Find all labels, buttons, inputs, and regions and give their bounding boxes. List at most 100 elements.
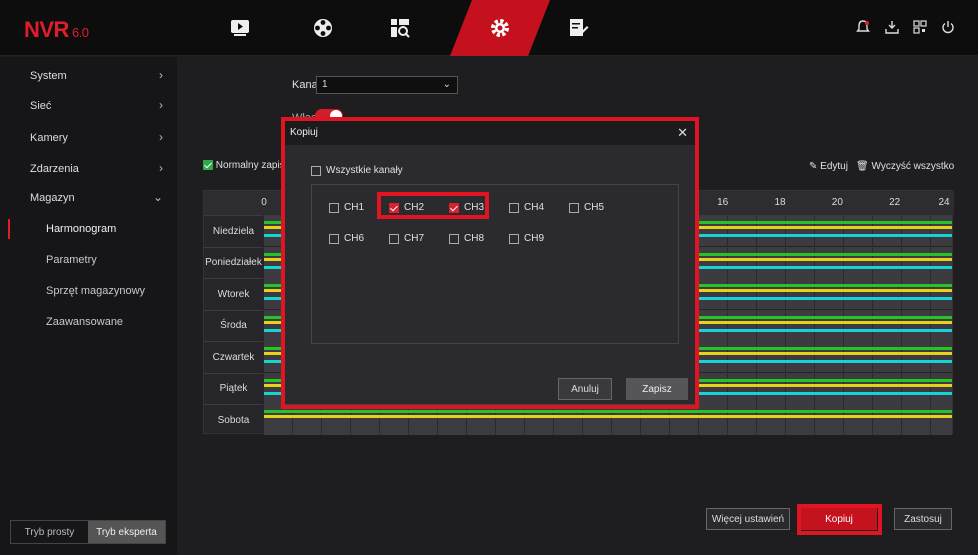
checkbox-ch7[interactable] bbox=[389, 233, 399, 244]
close-icon[interactable]: ✕ bbox=[677, 121, 688, 145]
download-icon[interactable] bbox=[883, 18, 901, 36]
channel-option-ch7[interactable]: CH7 bbox=[389, 233, 424, 244]
channel-option-ch4[interactable]: CH4 bbox=[509, 202, 544, 213]
day-label: Wtorek bbox=[204, 278, 263, 309]
power-icon[interactable] bbox=[939, 18, 957, 36]
nav-live-view[interactable] bbox=[194, 0, 286, 56]
clear-all-label: Wyczyść wszystko bbox=[871, 161, 955, 172]
hour-tick: 16 bbox=[717, 197, 729, 208]
film-reel-icon bbox=[314, 19, 332, 37]
channel-option-ch2[interactable]: CH2 bbox=[389, 202, 424, 213]
channel-option-ch3[interactable]: CH3 bbox=[449, 202, 484, 213]
day-label: Sobota bbox=[204, 404, 263, 435]
checkbox-ch2[interactable] bbox=[389, 202, 399, 213]
sidebar-subitem-parameters[interactable]: Parametry bbox=[0, 245, 177, 275]
copy-dialog: Kopiuj ✕ Wszystkie kanały CH1 CH2 CH3 CH4 CH5… bbox=[283, 120, 697, 405]
sidebar-item-network[interactable]: Sieć › bbox=[0, 91, 177, 121]
channel-option-ch6[interactable]: CH6 bbox=[329, 233, 364, 244]
checkbox-ch4[interactable] bbox=[509, 202, 519, 213]
chevron-right-icon: › bbox=[159, 161, 163, 175]
sidebar-item-storage[interactable]: Magazyn ⌄ bbox=[0, 183, 177, 213]
edit-label: Edytuj bbox=[820, 161, 848, 172]
maintenance-icon bbox=[570, 19, 589, 36]
sidebar-subitem-label: Sprzęt magazynowy bbox=[46, 285, 146, 297]
channel-label: CH3 bbox=[464, 202, 485, 213]
channel-select-value: 1 bbox=[322, 79, 328, 90]
checkbox-ch9[interactable] bbox=[509, 233, 519, 244]
channel-option-ch5[interactable]: CH5 bbox=[569, 202, 604, 213]
checkbox-ch6[interactable] bbox=[329, 233, 339, 244]
nav-maintenance[interactable] bbox=[533, 0, 625, 56]
checkbox-ch5[interactable] bbox=[569, 202, 579, 213]
chevron-down-icon: ⌄ bbox=[152, 190, 163, 204]
clear-all-button[interactable]: 🗑 Wyczyść wszystko bbox=[856, 161, 954, 172]
alarm-icon[interactable] bbox=[854, 18, 872, 36]
sidebar-item-label: Sieć bbox=[30, 100, 52, 112]
sidebar: System › Sieć › Kamery › Zdarzenia › Magazyn… bbox=[0, 57, 177, 555]
day-label: Środa bbox=[204, 309, 263, 341]
chevron-right-icon: › bbox=[159, 68, 163, 82]
day-label: Czwartek bbox=[204, 341, 263, 372]
normal-record-legend[interactable]: Normalny zapis bbox=[203, 160, 285, 171]
channel-label: CH9 bbox=[524, 233, 545, 244]
sidebar-item-label: System bbox=[30, 70, 67, 82]
hour-tick: 24 bbox=[938, 197, 950, 208]
sidebar-subitem-storage-hardware[interactable]: Sprzęt magazynowy bbox=[0, 276, 177, 306]
channel-option-ch1[interactable]: CH1 bbox=[329, 202, 364, 213]
hour-tick: 0 bbox=[261, 197, 267, 208]
sidebar-item-label: Zdarzenia bbox=[30, 163, 79, 175]
chevron-right-icon: › bbox=[159, 130, 163, 144]
checkbox-all-channels[interactable] bbox=[311, 165, 321, 176]
all-channels-option[interactable]: Wszystkie kanały bbox=[311, 165, 403, 176]
mode-expert-button[interactable]: Tryb eksperta bbox=[88, 521, 165, 543]
day-label: Piątek bbox=[204, 372, 263, 404]
apply-button[interactable]: Zastosuj bbox=[894, 508, 952, 530]
mode-switch: Tryb prosty Tryb eksperta bbox=[10, 520, 166, 544]
day-label: Niedziela bbox=[204, 215, 263, 246]
channel-label: CH7 bbox=[404, 233, 425, 244]
checkbox-normal-record[interactable] bbox=[203, 160, 213, 171]
hour-tick: 18 bbox=[774, 197, 786, 208]
channel-select[interactable]: 1 ⌄ bbox=[316, 76, 458, 94]
nav-search[interactable] bbox=[354, 0, 446, 56]
sidebar-subitem-schedule[interactable]: Harmonogram bbox=[0, 214, 177, 244]
sidebar-subitem-label: Parametry bbox=[46, 254, 97, 266]
cancel-button[interactable]: Anuluj bbox=[558, 378, 612, 400]
sidebar-item-label: Magazyn bbox=[30, 192, 75, 204]
logo-version: 6.0 bbox=[71, 25, 89, 40]
channel-label: CH2 bbox=[404, 202, 425, 213]
top-bar: NVR 6.0 bbox=[0, 0, 978, 56]
hour-tick: 20 bbox=[831, 197, 843, 208]
qr-icon[interactable] bbox=[911, 18, 929, 36]
checkbox-ch1[interactable] bbox=[329, 202, 339, 213]
record-segment bbox=[264, 410, 952, 413]
sidebar-subitem-label: Harmonogram bbox=[46, 223, 117, 235]
pencil-icon: ✎ bbox=[809, 161, 818, 172]
checkbox-ch3[interactable] bbox=[449, 202, 459, 213]
copy-button[interactable]: Kopiuj bbox=[801, 508, 877, 530]
sidebar-item-system[interactable]: System › bbox=[0, 61, 177, 91]
all-channels-label: Wszystkie kanały bbox=[326, 165, 403, 176]
hour-tick: 22 bbox=[889, 197, 901, 208]
more-settings-button[interactable]: Więcej ustawień bbox=[706, 508, 790, 530]
chevron-down-icon: ⌄ bbox=[442, 79, 451, 90]
playback-icon bbox=[231, 20, 249, 36]
trash-icon: 🗑 bbox=[856, 161, 869, 172]
sidebar-subitem-advanced[interactable]: Zaawansowane bbox=[0, 307, 177, 337]
channel-label: CH1 bbox=[344, 202, 365, 213]
sidebar-item-events[interactable]: Zdarzenia › bbox=[0, 154, 177, 184]
day-schedule-bar[interactable] bbox=[264, 404, 952, 435]
mode-simple-button[interactable]: Tryb prosty bbox=[11, 521, 88, 543]
day-label: Poniedziałek bbox=[204, 246, 263, 278]
dialog-title: Kopiuj bbox=[290, 127, 318, 138]
channel-option-ch8[interactable]: CH8 bbox=[449, 233, 484, 244]
channel-label: CH8 bbox=[464, 233, 485, 244]
checkbox-ch8[interactable] bbox=[449, 233, 459, 244]
edit-button[interactable]: ✎ Edytuj bbox=[809, 161, 848, 172]
record-segment bbox=[264, 415, 952, 418]
chevron-right-icon: › bbox=[159, 98, 163, 112]
logo-text: NVR bbox=[24, 17, 69, 42]
channel-option-ch9[interactable]: CH9 bbox=[509, 233, 544, 244]
sidebar-item-cameras[interactable]: Kamery › bbox=[0, 123, 177, 153]
save-button[interactable]: Zapisz bbox=[626, 378, 688, 400]
